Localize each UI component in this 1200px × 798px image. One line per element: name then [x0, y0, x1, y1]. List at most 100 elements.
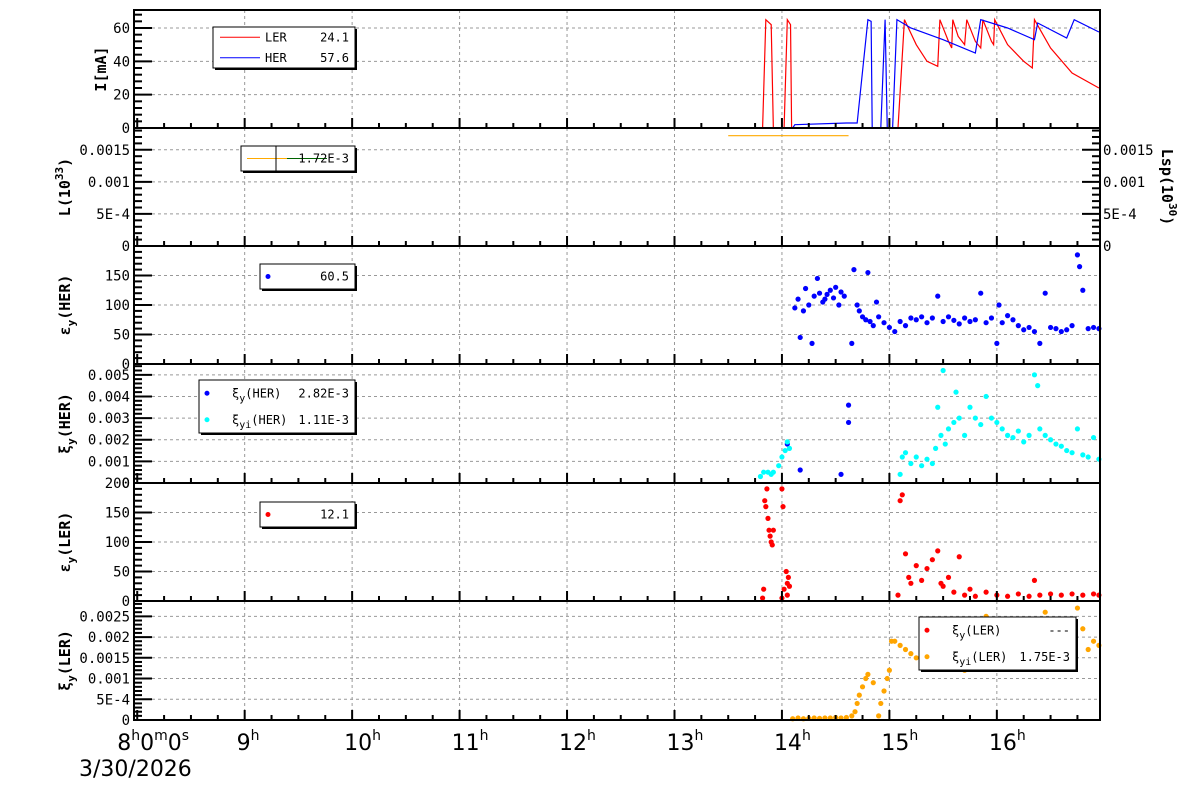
y-tick-label: 150: [105, 506, 130, 522]
data-point: [802, 285, 809, 292]
data-point: [881, 688, 887, 694]
y-tick-label: 50: [113, 565, 130, 581]
data-point: [988, 415, 995, 421]
data-point: [1064, 327, 1070, 333]
x-tick-h-sup: h: [372, 728, 381, 744]
x-tick-hour: 12: [559, 731, 587, 756]
data-point: [1058, 328, 1064, 335]
data-point: [940, 318, 946, 325]
data-point: [924, 320, 930, 326]
y-tick-label: 0.0025: [79, 609, 130, 625]
y-axis-label-text: ε: [56, 563, 74, 572]
data-point: [1026, 432, 1032, 438]
data-point: [824, 291, 830, 297]
y-tick-label: 0.001: [88, 175, 130, 191]
data-point: [1031, 372, 1038, 378]
data-point: [972, 317, 978, 323]
data-point: [767, 533, 773, 539]
data-point: [881, 320, 887, 326]
data-point: [776, 463, 782, 469]
data-point: [1037, 592, 1043, 598]
data-point: [784, 592, 790, 598]
data-point: [913, 563, 919, 569]
y-tick-label: 150: [105, 269, 130, 285]
x-tick-hour: 16: [989, 731, 1017, 756]
data-point: [876, 314, 882, 320]
data-point: [962, 592, 968, 598]
legend-value: 1.75E-3: [1019, 650, 1070, 664]
data-point: [841, 293, 847, 299]
y-axis-label-end: ): [56, 158, 74, 167]
data-point: [902, 646, 909, 653]
data-point: [1076, 264, 1083, 270]
right-axis-label-sup: 30: [1166, 203, 1179, 216]
data-point: [902, 450, 909, 456]
data-point: [870, 680, 876, 686]
data-point: [1053, 441, 1059, 447]
data-point: [1080, 452, 1086, 458]
legend-value: 1.11E-3: [298, 413, 349, 427]
data-point: [878, 700, 884, 707]
data-point: [1074, 605, 1081, 611]
legend-marker: [204, 390, 210, 396]
y-axis-label-end: (LER): [56, 630, 74, 675]
data-point: [886, 667, 892, 673]
data-point: [806, 302, 812, 308]
y-axis-label: εy(LER): [56, 512, 78, 573]
x-tick-h-sup: h: [1017, 728, 1026, 744]
data-point: [951, 419, 957, 426]
data-point: [902, 551, 909, 557]
panel-current: 0 20 40 60I[mA] LER 24.1 HER 57.6: [92, 9, 1101, 137]
data-point: [779, 454, 785, 460]
data-point: [769, 542, 775, 548]
y-tick-label: 0.0015: [79, 651, 130, 667]
data-point: [1080, 287, 1086, 293]
data-point: [822, 296, 828, 302]
legend: LER 24.1 HER 57.6: [212, 26, 357, 70]
x-tick-m-sup: m: [154, 728, 168, 744]
data-point: [953, 389, 959, 395]
data-point: [892, 638, 898, 644]
y-tick-label: 100: [105, 535, 130, 551]
data-point: [1035, 383, 1041, 389]
right-y-tick-label: 0.0015: [1103, 143, 1154, 159]
data-point: [1090, 434, 1097, 441]
y-tick-label: 50: [113, 328, 130, 344]
data-point: [902, 323, 909, 329]
data-point: [797, 334, 803, 341]
data-point: [1085, 326, 1091, 332]
data-point: [983, 393, 989, 400]
data-point: [1037, 426, 1043, 432]
data-point: [935, 404, 941, 410]
data-point: [856, 308, 862, 314]
data-point: [1069, 323, 1075, 329]
data-point: [999, 426, 1005, 432]
y-axis-label-text: L(10: [56, 180, 74, 216]
y-axis-label-text: ξ: [56, 682, 74, 691]
data-point: [870, 323, 876, 329]
data-point: [816, 290, 823, 296]
data-point: [1004, 313, 1011, 319]
data-point: [851, 267, 857, 273]
data-point: [838, 289, 844, 295]
data-point: [994, 419, 1000, 426]
x-axis-date: 3/30/2026: [79, 757, 192, 782]
data-point: [854, 302, 860, 308]
right-y-tick-label: 0.001: [1103, 175, 1145, 191]
legend-value: 60.5: [320, 270, 349, 284]
data-point: [892, 328, 898, 335]
x-tick-hour: 14: [774, 731, 802, 756]
legend-value: 1.72E-3: [298, 152, 349, 166]
x-tick-label: 12h: [559, 728, 596, 756]
data-point: [865, 269, 871, 276]
x-tick-min: 0: [140, 731, 154, 756]
data-point: [827, 287, 833, 293]
data-point: [1069, 450, 1075, 456]
data-point: [1064, 447, 1070, 454]
data-point: [1074, 426, 1081, 432]
multi-panel-chart: 0204060I[mA]LER 24.1HER 57.60 05E-4 5E-40.00…: [53, 9, 1179, 782]
data-point: [792, 305, 798, 311]
y-tick-label: 0.004: [88, 389, 130, 405]
y-tick-label: 0.003: [88, 411, 130, 427]
data-point: [1021, 327, 1027, 333]
